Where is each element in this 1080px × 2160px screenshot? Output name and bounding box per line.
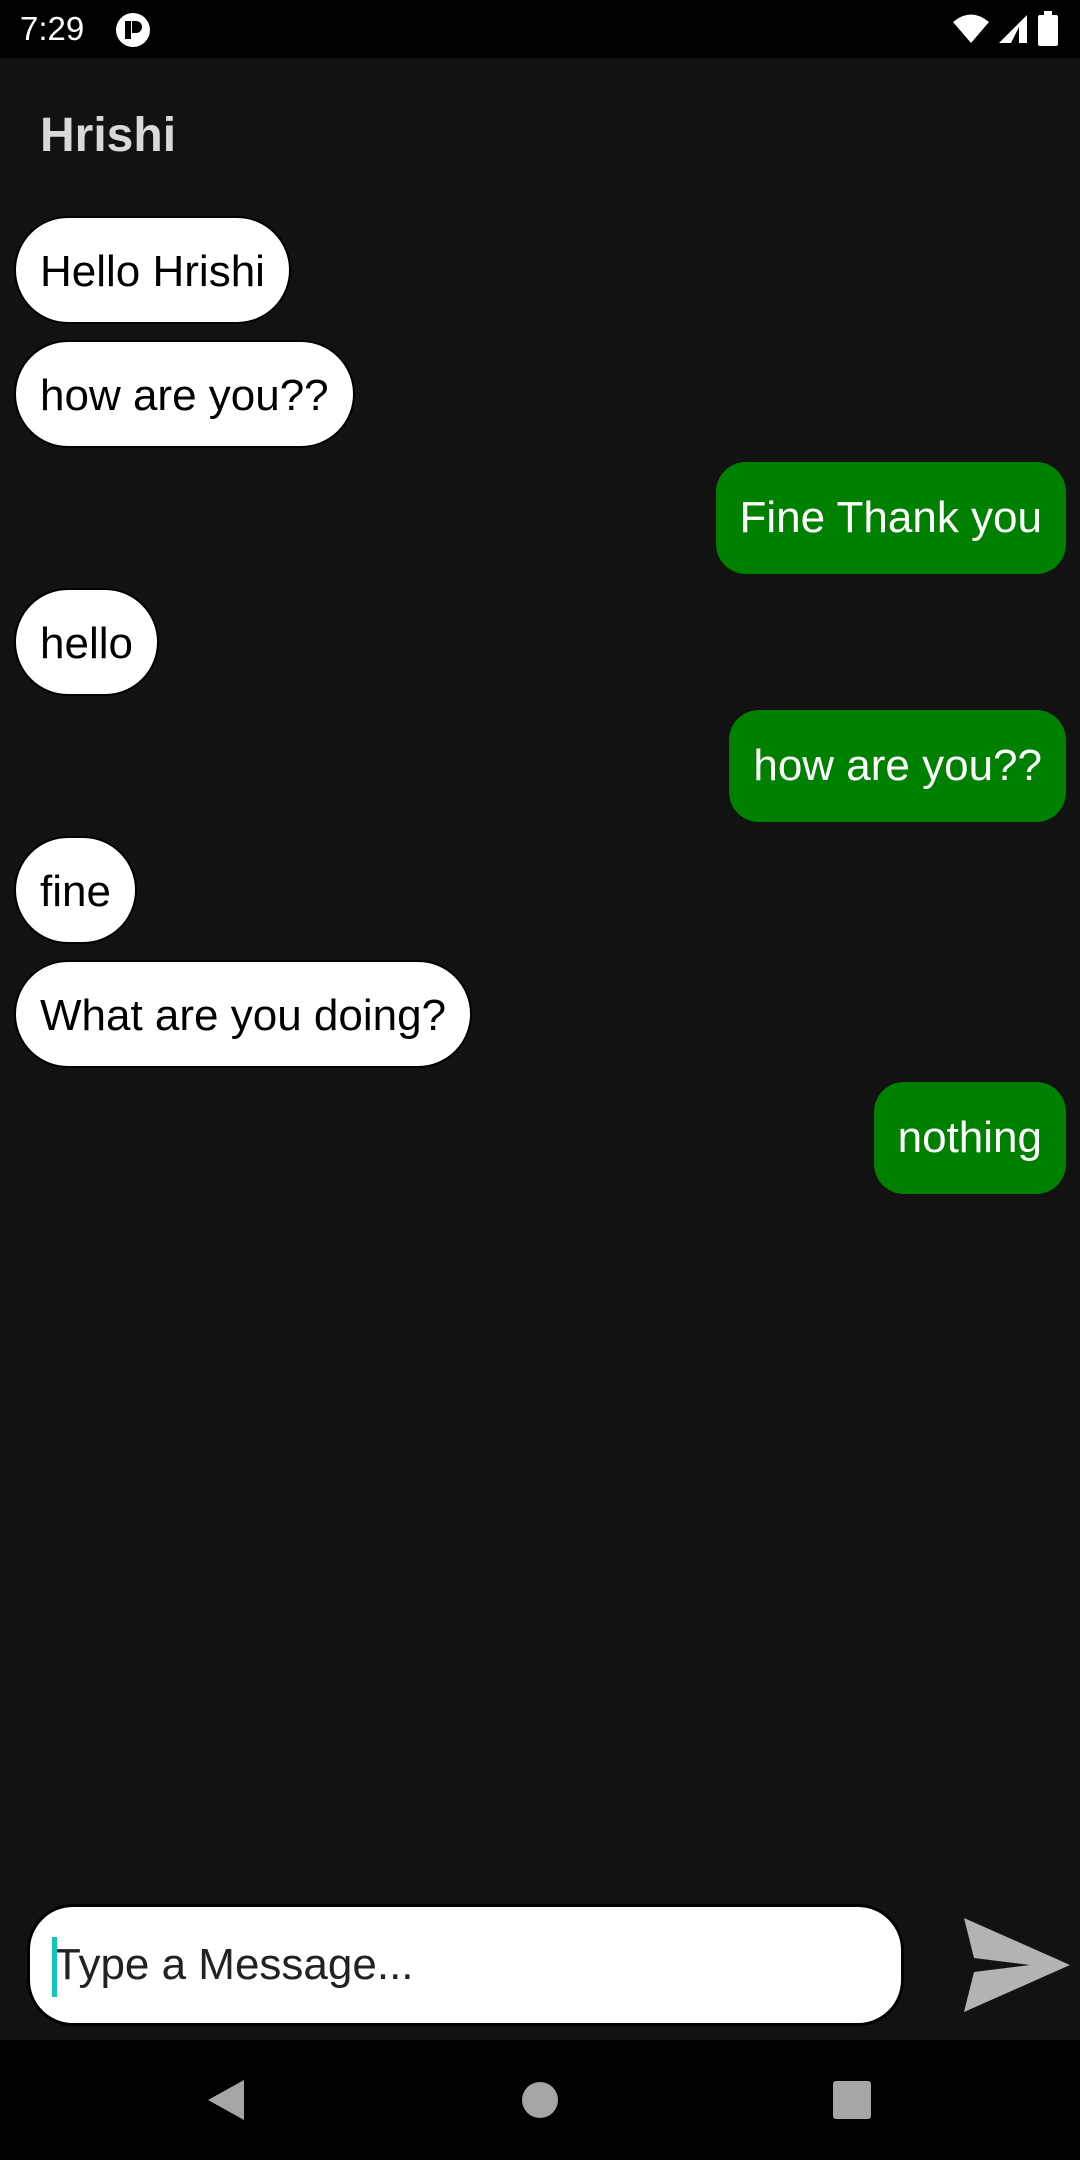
signal-icon: [999, 15, 1027, 43]
text-caret: [52, 1937, 57, 1997]
back-icon[interactable]: [196, 2070, 256, 2130]
home-icon[interactable]: [510, 2070, 570, 2130]
message-input-container[interactable]: [27, 1904, 904, 2026]
wifi-icon: [953, 14, 989, 43]
message-bubble-incoming[interactable]: hello: [14, 588, 159, 696]
battery-icon: [1038, 11, 1058, 46]
status-time: 7:29: [20, 10, 85, 47]
chat-header: Hrishi: [0, 58, 1080, 208]
recents-icon[interactable]: [822, 2070, 882, 2130]
message-bubble-outgoing[interactable]: nothing: [873, 1082, 1066, 1194]
message-bubble-outgoing[interactable]: Fine Thank you: [715, 462, 1066, 574]
message-composer: [0, 1890, 1080, 2040]
status-icons: [952, 10, 1060, 48]
message-bubble-incoming[interactable]: fine: [14, 836, 137, 944]
message-bubble-incoming[interactable]: Hello Hrishi: [14, 216, 291, 324]
message-input[interactable]: [50, 1907, 874, 2023]
contact-name: Hrishi: [40, 109, 177, 162]
message-bubble-incoming[interactable]: What are you doing?: [14, 960, 473, 1068]
message-bubble-outgoing[interactable]: how are you??: [729, 710, 1066, 822]
app-notification-icon: [116, 13, 150, 47]
status-bar: 7:29: [0, 0, 1080, 58]
message-bubble-incoming[interactable]: how are you??: [14, 340, 355, 448]
system-nav-bar: [0, 2040, 1080, 2160]
send-icon[interactable]: [960, 1916, 1072, 2014]
